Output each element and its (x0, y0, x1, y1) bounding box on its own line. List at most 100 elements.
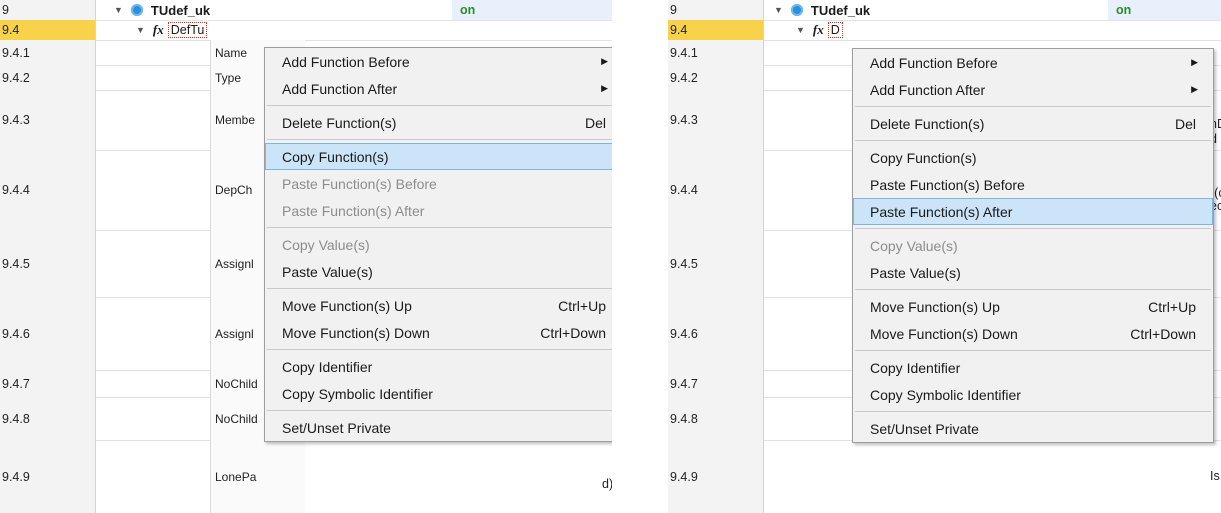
row-number: 9.4.7 (0, 370, 96, 397)
right-panel: 9 9.4 9.4.1 9.4.2 9.4.3 9.4.4 9.4.5 9.4.6 9.4.7 9… (668, 0, 1221, 513)
menu-item-label: Delete Function(s) (282, 114, 397, 131)
row-number: 9.4.8 (668, 397, 764, 440)
menu-item-label: Move Function(s) Down (282, 324, 430, 341)
menu-item-label: Paste Function(s) After (870, 203, 1013, 220)
menu-item-label: Move Function(s) Up (282, 297, 412, 314)
menu-item-label: Paste Value(s) (870, 264, 961, 281)
menu-shortcut: Ctrl+Up (1148, 298, 1196, 315)
context-menu: Add Function Before ▶ Add Function After ▶ D… (852, 48, 1214, 443)
row-number: 9.4.3 (668, 90, 764, 150)
menu-separator (267, 349, 612, 350)
menu-separator (855, 106, 1211, 107)
menu-item-label: Add Function After (282, 80, 398, 97)
row-number: 9.4.9 (0, 440, 96, 513)
menu-separator (267, 410, 612, 411)
menu-item-label: Paste Function(s) Before (870, 176, 1025, 193)
row-number: 9.4.1 (0, 40, 96, 65)
row-number: 9 (668, 0, 764, 20)
row-number: 9.4.9 (668, 440, 764, 513)
submenu-arrow-icon: ▶ (1191, 57, 1198, 67)
table-row[interactable]: 9.4.9 LonePa (0, 440, 612, 513)
menu-item-label: Add Function Before (282, 53, 410, 70)
menu-item-set-unset-private[interactable]: Set/Unset Private (853, 415, 1213, 442)
node-status-icon (130, 4, 143, 16)
menu-item-label: Set/Unset Private (282, 419, 391, 436)
menu-shortcut: Ctrl+Down (1130, 325, 1196, 342)
menu-item-copy-identifier[interactable]: Copy Identifier (265, 353, 612, 380)
function-icon: fx (152, 22, 164, 37)
menu-item-delete-function-s[interactable]: Delete Function(s) Del (265, 109, 612, 136)
menu-item-paste-value-s[interactable]: Paste Value(s) (853, 259, 1213, 286)
node-value: on (452, 0, 612, 20)
function-icon: fx (812, 22, 824, 37)
tree-node-function[interactable]: ▼ fx DefTu (136, 21, 208, 39)
menu-item-label: Copy Symbolic Identifier (870, 386, 1021, 403)
field-name: LonePa (210, 440, 305, 513)
menu-item-paste-function-s-after[interactable]: Paste Function(s) After (853, 198, 1213, 225)
collapse-arrow-icon[interactable]: ▼ (774, 5, 783, 15)
menu-item-label: Add Function Before (870, 54, 998, 71)
menu-item-label: Paste Function(s) Before (282, 175, 437, 192)
menu-item-copy-value-s: Copy Value(s) (853, 232, 1213, 259)
node-title: TUdef_uk (150, 2, 211, 18)
menu-separator (267, 227, 612, 228)
menu-separator (267, 139, 612, 140)
cell-value-fragment: Is (1210, 469, 1220, 483)
menu-item-move-function-s-down[interactable]: Move Function(s) Down Ctrl+Down (853, 320, 1213, 347)
tree-node-function[interactable]: ▼ fx D (796, 21, 843, 39)
menu-item-label: Move Function(s) Down (870, 325, 1018, 342)
menu-separator (855, 140, 1211, 141)
collapse-arrow-icon[interactable]: ▼ (114, 5, 123, 15)
menu-item-copy-function-s[interactable]: Copy Function(s) (265, 143, 612, 170)
menu-item-set-unset-private[interactable]: Set/Unset Private (265, 414, 612, 441)
menu-item-move-function-s-up[interactable]: Move Function(s) Up Ctrl+Up (265, 292, 612, 319)
menu-item-move-function-s-down[interactable]: Move Function(s) Down Ctrl+Down (265, 319, 612, 346)
tree-node-tudef[interactable]: ▼ TUdef_uk (774, 1, 870, 19)
menu-item-label: Delete Function(s) (870, 115, 985, 132)
table-row[interactable]: 9.4.9 (668, 440, 1221, 513)
menu-item-add-function-before[interactable]: Add Function Before ▶ (265, 48, 612, 75)
cell-value-fragment: d) (602, 477, 612, 491)
node-value: on (1108, 0, 1221, 20)
submenu-arrow-icon: ▶ (601, 83, 608, 93)
row-number: 9.4.3 (0, 90, 96, 150)
menu-shortcut: Del (584, 114, 606, 131)
left-panel: 9 9.4 9.4.1 Name 9.4.2 Type 9.4.3 Membe 9.4.4 Dep… (0, 0, 612, 513)
menu-item-copy-function-s[interactable]: Copy Function(s) (853, 144, 1213, 171)
menu-item-move-function-s-up[interactable]: Move Function(s) Up Ctrl+Up (853, 293, 1213, 320)
menu-item-label: Add Function After (870, 81, 986, 98)
row-number: 9.4.2 (668, 65, 764, 90)
collapse-arrow-icon[interactable]: ▼ (136, 25, 145, 35)
submenu-arrow-icon: ▶ (1191, 84, 1198, 94)
menu-item-label: Paste Value(s) (282, 263, 373, 280)
menu-item-copy-symbolic-identifier[interactable]: Copy Symbolic Identifier (853, 381, 1213, 408)
menu-item-paste-function-s-before[interactable]: Paste Function(s) Before (853, 171, 1213, 198)
menu-item-add-function-before[interactable]: Add Function Before ▶ (853, 49, 1213, 76)
row-number: 9.4.4 (668, 150, 764, 230)
menu-item-copy-identifier[interactable]: Copy Identifier (853, 354, 1213, 381)
menu-item-copy-symbolic-identifier[interactable]: Copy Symbolic Identifier (265, 380, 612, 407)
menu-item-add-function-after[interactable]: Add Function After ▶ (853, 76, 1213, 103)
table-row[interactable]: 9.4 (0, 20, 612, 41)
row-number: 9.4.2 (0, 65, 96, 90)
menu-item-label: Copy Function(s) (870, 149, 977, 166)
tree-node-tudef[interactable]: ▼ TUdef_uk (114, 1, 210, 19)
menu-item-label: Copy Value(s) (870, 237, 958, 254)
menu-item-add-function-after[interactable]: Add Function After ▶ (265, 75, 612, 102)
row-number: 9.4.6 (668, 297, 764, 370)
menu-separator (267, 105, 612, 106)
menu-item-delete-function-s[interactable]: Delete Function(s) Del (853, 110, 1213, 137)
menu-item-label: Copy Identifier (870, 359, 961, 376)
row-number: 9.4 (668, 20, 764, 40)
menu-item-paste-value-s[interactable]: Paste Value(s) (265, 258, 612, 285)
menu-item-label: Copy Symbolic Identifier (282, 385, 433, 402)
menu-item-label: Copy Identifier (282, 358, 373, 375)
table-row[interactable]: 9.4 (668, 20, 1221, 41)
menu-item-paste-function-s-after: Paste Function(s) After (265, 197, 612, 224)
row-number: 9.4.4 (0, 150, 96, 230)
row-number: 9.4.5 (0, 230, 96, 297)
menu-separator (855, 228, 1211, 229)
menu-separator (855, 289, 1211, 290)
collapse-arrow-icon[interactable]: ▼ (796, 25, 805, 35)
menu-separator (855, 350, 1211, 351)
